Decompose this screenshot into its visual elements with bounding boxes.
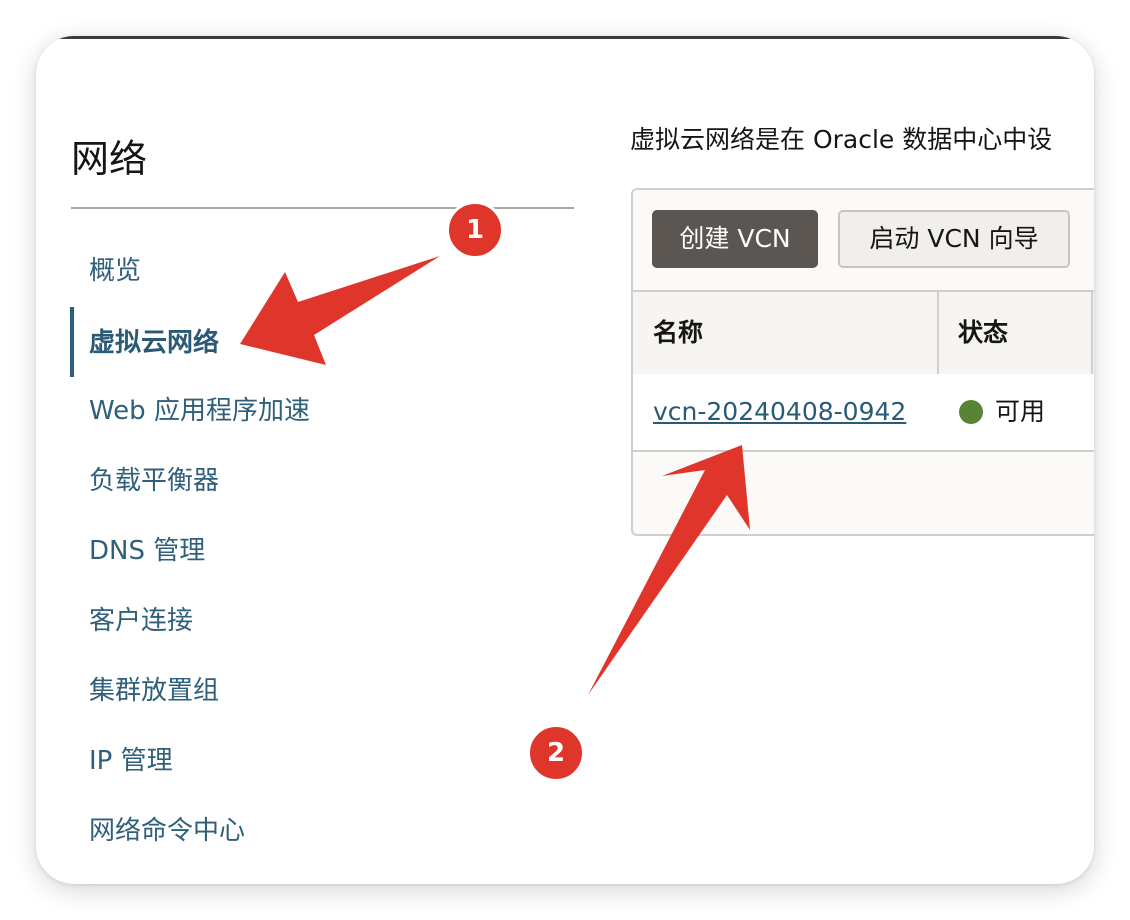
- sidebar-item-load-balancers[interactable]: 负载平衡器: [89, 463, 219, 499]
- sidebar-item-ip-management[interactable]: IP 管理: [89, 743, 173, 779]
- sidebar-item-customer-connectivity[interactable]: 客户连接: [89, 603, 193, 639]
- sidebar-item-dns-management[interactable]: DNS 管理: [89, 533, 205, 569]
- vcn-list-panel: 创建 VCN 启动 VCN 向导 名称 状态 vcn-20240408-0942…: [631, 188, 1094, 536]
- sidebar-item-cluster-placement-groups[interactable]: 集群放置组: [89, 673, 219, 709]
- sidebar-nav: 网络 概览 虚拟云网络 Web 应用程序加速 负载平衡器 DNS 管理 客户连接…: [36, 36, 596, 884]
- annotation-badge-2: 2: [527, 724, 585, 782]
- sidebar-item-web-app-acceleration[interactable]: Web 应用程序加速: [89, 393, 310, 429]
- create-vcn-button[interactable]: 创建 VCN: [652, 210, 818, 268]
- status-text: 可用: [995, 397, 1046, 426]
- table-header: 名称 状态: [633, 290, 1094, 376]
- column-separator[interactable]: [1091, 292, 1093, 374]
- sidebar-title: 网络: [71, 137, 148, 181]
- column-header-status[interactable]: 状态: [958, 292, 1008, 374]
- active-indicator-bar: [70, 307, 74, 377]
- status-available-icon: [959, 400, 983, 424]
- vcn-name-link[interactable]: vcn-20240408-0942: [653, 374, 906, 450]
- start-vcn-wizard-button[interactable]: 启动 VCN 向导: [838, 210, 1070, 268]
- sidebar-item-network-command-center[interactable]: 网络命令中心: [89, 813, 245, 849]
- sidebar-item-virtual-cloud-networks[interactable]: 虚拟云网络: [89, 325, 219, 361]
- table-row: vcn-20240408-0942 可用: [633, 374, 1094, 452]
- column-separator[interactable]: [937, 292, 939, 374]
- column-header-name[interactable]: 名称: [653, 292, 703, 374]
- sidebar-divider: [71, 207, 574, 209]
- sidebar-item-overview[interactable]: 概览: [89, 253, 141, 289]
- page-description: 虚拟云网络是在 Oracle 数据中心中设: [630, 125, 1053, 154]
- annotation-badge-1: 1: [446, 201, 504, 259]
